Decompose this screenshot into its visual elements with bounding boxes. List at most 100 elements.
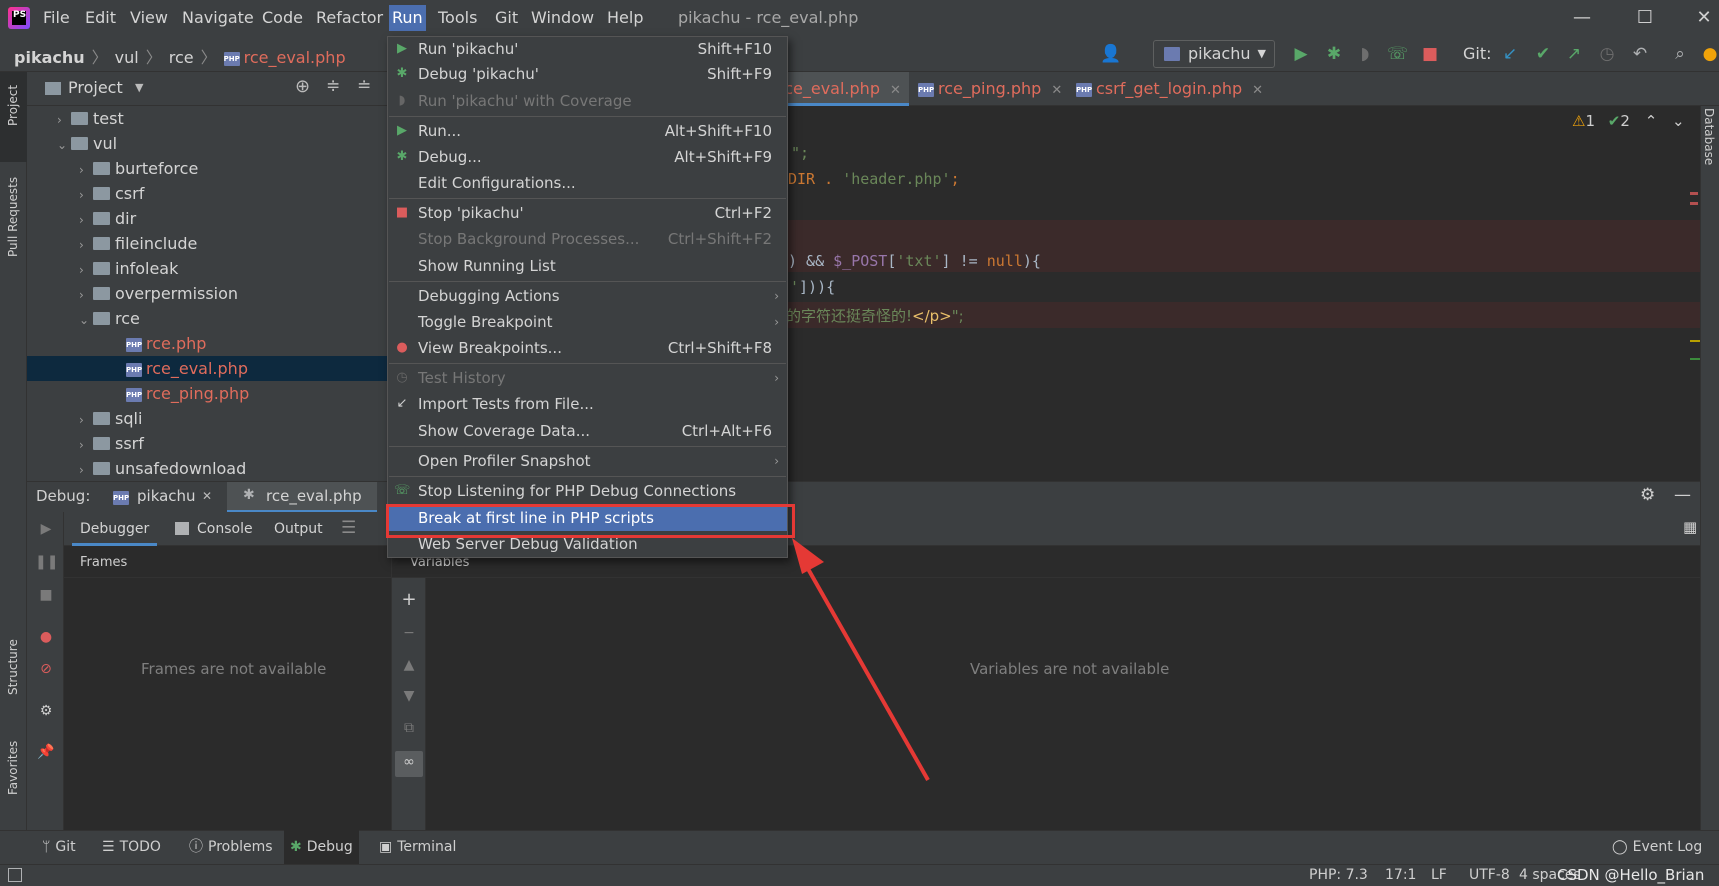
- menu-view[interactable]: View: [127, 5, 171, 31]
- tree-item-overpermission[interactable]: › overpermission: [27, 281, 388, 306]
- tab-output[interactable]: Output: [266, 512, 331, 546]
- tree-item-rce-php[interactable]: PHP rce.php: [27, 331, 388, 356]
- menu-item-view-breakpoints[interactable]: ● View Breakpoints... Ctrl+Shift+F8: [388, 336, 787, 361]
- layout-settings-icon[interactable]: ▦: [1683, 518, 1697, 536]
- settings-gear-icon[interactable]: ⚙: [35, 700, 57, 722]
- menu-item-debug-pikachu[interactable]: ✱ Debug 'pikachu' Shift+F9: [388, 62, 787, 87]
- menu-item-run-with-coverage[interactable]: ◗ Run 'pikachu' with Coverage: [388, 89, 787, 114]
- tree-item-infoleak[interactable]: › infoleak: [27, 256, 388, 281]
- stripe-label-project[interactable]: Project: [6, 85, 20, 126]
- warning-stripe-marker[interactable]: [1690, 340, 1700, 342]
- close-window-icon[interactable]: ✕: [1692, 6, 1716, 30]
- menu-navigate[interactable]: Navigate: [179, 5, 257, 31]
- php-version[interactable]: PHP: 7.3: [1309, 864, 1368, 886]
- stripe-label-structure[interactable]: Structure: [6, 639, 20, 695]
- tab-rce-ping-php[interactable]: PHP rce_ping.php ✕: [910, 72, 1070, 106]
- show-watches-icon[interactable]: ∞: [395, 751, 423, 777]
- settings-gear-icon[interactable]: ⚙: [1640, 485, 1655, 505]
- close-tab-icon[interactable]: ✕: [202, 489, 212, 503]
- move-up-icon[interactable]: ▲: [398, 654, 420, 676]
- stripe-label-database[interactable]: Database: [1702, 108, 1716, 165]
- error-stripe-marker[interactable]: [1690, 192, 1698, 195]
- chevron-down-icon[interactable]: ▼: [135, 81, 143, 94]
- pause-icon[interactable]: ❚❚: [35, 551, 58, 573]
- expand-all-icon[interactable]: ≑: [326, 76, 340, 96]
- menu-window[interactable]: Window: [528, 5, 597, 31]
- menu-item-debugging-actions[interactable]: Debugging Actions ›: [388, 284, 787, 309]
- stop-icon[interactable]: ■: [1420, 44, 1440, 64]
- menu-refactor[interactable]: Refactor: [313, 5, 386, 31]
- breadcrumb-vul[interactable]: vul: [115, 48, 139, 67]
- menu-item-debug-dots[interactable]: ✱ Debug... Alt+Shift+F9: [388, 145, 787, 170]
- chevron-down-icon[interactable]: ⌄: [1672, 112, 1685, 130]
- line-separator[interactable]: LF: [1431, 864, 1447, 886]
- tab-rce-eval-php[interactable]: rce_eval.php ✕: [770, 72, 909, 106]
- hide-panel-icon[interactable]: —: [1674, 485, 1691, 505]
- add-watch-icon[interactable]: +: [398, 589, 420, 611]
- close-tab-icon[interactable]: ✕: [1051, 83, 1062, 98]
- collapse-all-icon[interactable]: ≐: [357, 76, 371, 96]
- resume-icon[interactable]: ▶: [35, 518, 57, 540]
- history-icon[interactable]: ◷: [1597, 44, 1617, 64]
- move-down-icon[interactable]: ▼: [398, 685, 420, 707]
- menu-item-open-profiler-snapshot[interactable]: Open Profiler Snapshot ›: [388, 449, 787, 474]
- stop-icon[interactable]: ■: [35, 584, 57, 606]
- menu-item-edit-configurations[interactable]: Edit Configurations...: [388, 171, 787, 196]
- copy-icon[interactable]: ⧉: [398, 717, 420, 739]
- git-update-icon[interactable]: ↙: [1500, 44, 1520, 64]
- git-commit-icon[interactable]: ✔: [1533, 44, 1553, 64]
- debug-session-rce-eval[interactable]: rce_eval.php: [266, 487, 362, 505]
- run-icon[interactable]: ▶: [1291, 44, 1311, 64]
- error-stripe-marker[interactable]: [1690, 202, 1698, 205]
- mute-breakpoints-icon[interactable]: ⊘: [35, 658, 57, 680]
- locate-icon[interactable]: ⊕: [295, 76, 310, 97]
- tree-item-rce[interactable]: ⌄ rce: [27, 306, 388, 331]
- menu-run[interactable]: Run: [389, 5, 426, 31]
- menu-item-stop-background[interactable]: Stop Background Processes... Ctrl+Shift+F…: [388, 227, 787, 252]
- bottom-tab-todo[interactable]: ☰ TODO: [96, 830, 167, 864]
- tree-item-ssrf[interactable]: › ssrf: [27, 431, 388, 456]
- menu-item-stop-pikachu[interactable]: ■ Stop 'pikachu' Ctrl+F2: [388, 201, 787, 226]
- menu-edit[interactable]: Edit: [82, 5, 119, 31]
- tab-csrf-get-login-php[interactable]: PHP csrf_get_login.php ✕: [1068, 72, 1271, 106]
- breadcrumb-file[interactable]: rce_eval.php: [244, 48, 346, 67]
- maximize-icon[interactable]: ☐: [1633, 6, 1657, 30]
- change-stripe-marker[interactable]: [1690, 358, 1700, 360]
- menu-help[interactable]: Help: [604, 5, 646, 31]
- menu-item-toggle-breakpoint[interactable]: Toggle Breakpoint ›: [388, 310, 787, 335]
- stripe-label-pull-requests[interactable]: Pull Requests: [6, 177, 20, 257]
- tab-console[interactable]: Console: [189, 512, 261, 546]
- project-title[interactable]: Project: [68, 78, 123, 97]
- tree-item-sqli[interactable]: › sqli: [27, 406, 388, 431]
- file-encoding[interactable]: UTF-8: [1469, 864, 1510, 886]
- bottom-tab-terminal[interactable]: ▣ Terminal: [373, 830, 462, 864]
- tree-item-burteforce[interactable]: › burteforce: [27, 156, 388, 181]
- event-log-button[interactable]: ◯ Event Log: [1606, 830, 1708, 864]
- tree-item-vul[interactable]: ⌄ vul: [27, 131, 388, 156]
- user-icon[interactable]: 👤: [1100, 44, 1121, 64]
- menu-file[interactable]: File: [40, 5, 73, 31]
- git-push-icon[interactable]: ↗: [1564, 44, 1584, 64]
- menu-item-show-coverage-data[interactable]: Show Coverage Data... Ctrl+Alt+F6: [388, 419, 787, 444]
- tree-item-unsafedownload[interactable]: › unsafedownload: [27, 456, 388, 481]
- tree-item-rce-ping-php[interactable]: PHP rce_ping.php: [27, 381, 388, 406]
- tree-item-rce-eval-php[interactable]: PHP rce_eval.php: [27, 356, 388, 381]
- stripe-label-favorites[interactable]: Favorites: [6, 741, 20, 795]
- menu-tools[interactable]: Tools: [435, 5, 480, 31]
- pin-icon[interactable]: 📌: [35, 741, 57, 763]
- breadcrumb-rce[interactable]: rce: [169, 48, 194, 67]
- chevron-up-icon[interactable]: ⌃: [1645, 112, 1658, 130]
- tree-item-fileinclude[interactable]: › fileinclude: [27, 231, 388, 256]
- close-tab-icon[interactable]: ✕: [1252, 83, 1263, 98]
- debug-session-pikachu[interactable]: pikachu: [137, 487, 196, 505]
- tree-item-csrf[interactable]: › csrf: [27, 181, 388, 206]
- view-breakpoints-icon[interactable]: ●: [35, 626, 57, 648]
- search-icon[interactable]: ⌕: [1670, 44, 1690, 64]
- updates-icon[interactable]: ●: [1700, 44, 1719, 64]
- caret-position[interactable]: 17:1: [1385, 864, 1416, 886]
- bottom-tab-debug[interactable]: ✱ Debug: [284, 830, 359, 864]
- menu-code[interactable]: Code: [259, 5, 306, 31]
- debug-icon[interactable]: ✱: [1324, 44, 1344, 64]
- coverage-icon[interactable]: ◗: [1355, 44, 1375, 64]
- menu-item-show-running-list[interactable]: Show Running List: [388, 254, 787, 279]
